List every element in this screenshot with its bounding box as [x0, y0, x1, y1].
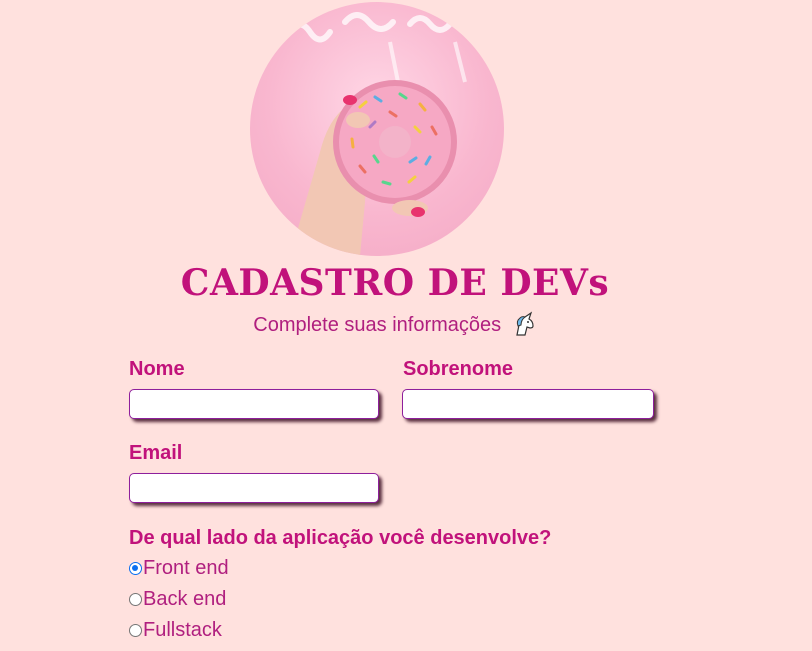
back-end-label: Back end — [143, 588, 227, 610]
donut-hero-image — [250, 2, 504, 256]
subtitle-text: Complete suas informações — [253, 314, 502, 336]
email-label: Email — [129, 442, 183, 464]
front-end-label: Front end — [143, 557, 229, 579]
page-title: CADASTRO DE DEVs — [180, 262, 610, 304]
first-name-input[interactable] — [129, 389, 379, 419]
page-subtitle: Complete suas informações — [0, 311, 790, 337]
unicorn-icon — [511, 311, 537, 337]
last-name-input[interactable] — [402, 389, 654, 419]
last-name-label: Sobrenome — [403, 358, 514, 380]
first-name-label: Nome — [129, 358, 185, 380]
side-question: De qual lado da aplicação você desenvolv… — [129, 527, 552, 549]
option-front-end[interactable]: Front end — [129, 557, 229, 580]
email-input[interactable] — [129, 473, 379, 503]
front-end-radio[interactable] — [129, 562, 142, 575]
option-fullstack[interactable]: Fullstack — [129, 619, 222, 642]
fullstack-label: Fullstack — [143, 619, 222, 641]
option-back-end[interactable]: Back end — [129, 588, 226, 611]
fullstack-radio[interactable] — [129, 624, 142, 637]
back-end-radio[interactable] — [129, 593, 142, 606]
